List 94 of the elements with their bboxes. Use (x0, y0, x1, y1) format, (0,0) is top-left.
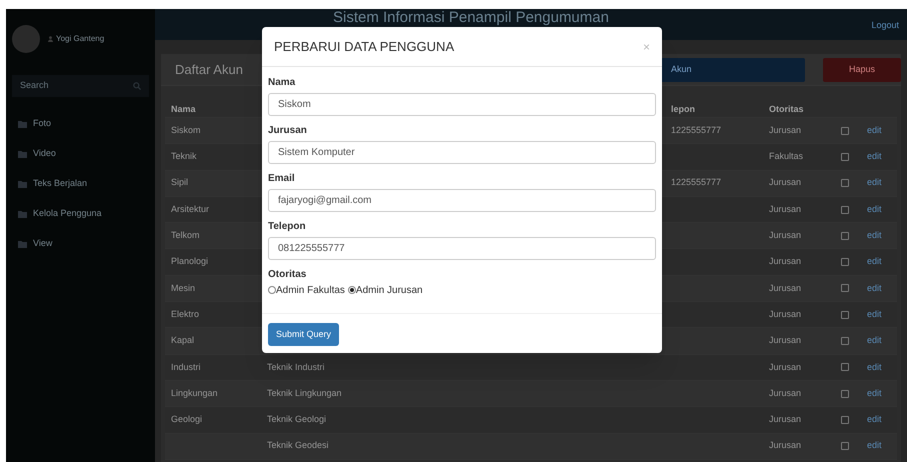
folder-icon (18, 150, 27, 158)
table-cell-text: Siskom (171, 124, 201, 137)
table-cell-text: Jurusan (769, 308, 802, 321)
table-cell-text: Jurusan (769, 229, 802, 242)
field-label: Otoritas (268, 268, 308, 282)
radio-label: Admin Jurusan (356, 284, 423, 298)
table-cell-text: Jurusan (769, 176, 802, 190)
folder-icon (18, 210, 27, 218)
field-label: Telepon (268, 220, 307, 234)
row-checkbox[interactable] (841, 126, 849, 135)
table-cell-text: Teknik Industri (267, 360, 325, 374)
folder-icon (18, 180, 27, 188)
delete-button[interactable]: Hapus (823, 58, 901, 82)
table-cell-text: 1225555777 (671, 176, 722, 190)
row-checkbox[interactable] (841, 206, 849, 214)
row-checkbox[interactable] (841, 390, 849, 398)
edit-link[interactable]: edit (867, 255, 882, 269)
table-cell-text: Sipil (171, 176, 188, 190)
row-checkbox[interactable] (841, 416, 849, 424)
row-checkbox[interactable] (841, 152, 849, 161)
edit-link[interactable]: edit (867, 176, 882, 190)
field-label: Nama (268, 76, 296, 90)
table-cell-text: Mesin (171, 282, 196, 295)
column-header: Nama (171, 104, 196, 114)
submit-button[interactable]: Submit Query (268, 323, 340, 346)
radio-label: Admin Fakultas (276, 284, 345, 298)
sidebar-item[interactable]: Video (6, 139, 155, 169)
table-cell-text: Lingkungan (171, 386, 218, 400)
table-cell-text: Teknik Geodesi (267, 439, 329, 452)
table-cell-text: Teknik (171, 150, 197, 164)
table-cell-text: Jurusan (769, 439, 802, 452)
edit-link[interactable]: edit (867, 308, 882, 322)
sidebar-item[interactable]: Kelola Pengguna (6, 199, 155, 229)
avatar-placeholder (12, 25, 40, 53)
table-cell-text: Arsitektur (171, 202, 210, 216)
table-cell-text: Jurusan (769, 386, 802, 400)
column-header: Otoritas (769, 104, 804, 114)
panel-title: Daftar Akun (175, 60, 244, 79)
input-field[interactable]: Siskom (268, 93, 656, 116)
row-checkbox[interactable] (841, 337, 849, 346)
table-cell-text: Telkom (171, 229, 200, 242)
folder-icon (18, 240, 27, 248)
table-cell-text: Jurusan (769, 413, 802, 426)
column-header: lepon (671, 104, 695, 114)
modal-title: PERBARUI DATA PENGGUNA (274, 38, 454, 56)
input-field[interactable]: fajaryogi@gmail.com (268, 189, 656, 212)
edit-link[interactable]: edit (867, 150, 882, 164)
table-cell-text: Industri (171, 360, 201, 374)
table-cell-text: Planologi (171, 255, 208, 268)
table-cell-text: 1225555777 (671, 124, 722, 137)
table-cell-text: Jurusan (769, 334, 802, 348)
search-icon (133, 82, 141, 90)
radio-button[interactable] (268, 286, 276, 294)
edit-link[interactable]: edit (867, 124, 882, 138)
user-name: Yogi Ganteng (56, 33, 104, 45)
table-cell-text: Jurusan (769, 202, 802, 216)
field-label: Email (268, 172, 296, 186)
input-field[interactable]: 081225555777 (268, 237, 656, 260)
folder-icon (18, 120, 27, 128)
row-checkbox[interactable] (841, 284, 849, 292)
row-checkbox[interactable] (841, 310, 849, 319)
table-cell-text: Teknik Lingkungan (267, 386, 342, 400)
table-cell-text: Teknik Geologi (267, 413, 326, 426)
edit-link[interactable]: edit (867, 386, 882, 400)
edit-link[interactable]: edit (867, 334, 882, 348)
row-checkbox[interactable] (841, 232, 849, 240)
sidebar-item[interactable]: View (6, 229, 155, 259)
edit-link[interactable]: edit (867, 439, 882, 453)
input-field[interactable]: Sistem Komputer (268, 141, 656, 164)
row-checkbox[interactable] (841, 258, 849, 266)
search-field[interactable]: Search (12, 75, 149, 97)
table-cell-text: Jurusan (769, 360, 802, 374)
edit-link[interactable]: edit (867, 229, 882, 243)
logout-link[interactable]: Logout (871, 19, 899, 32)
field-label: Jurusan (268, 124, 308, 138)
table-cell-text: Kapal (171, 334, 194, 348)
edit-link[interactable]: edit (867, 282, 882, 296)
row-checkbox[interactable] (841, 179, 849, 188)
user-icon (48, 36, 53, 42)
sidebar-item[interactable]: Teks Berjalan (6, 169, 155, 199)
edit-link[interactable]: edit (867, 202, 882, 216)
edit-link[interactable]: edit (867, 413, 882, 427)
radio-button[interactable] (348, 286, 356, 294)
table-cell-text: Jurusan (769, 282, 802, 295)
sidebar-item[interactable]: Foto (6, 109, 155, 139)
table-cell-text: Geologi (171, 413, 202, 426)
table-cell-text: Jurusan (769, 255, 802, 268)
edit-link[interactable]: edit (867, 360, 882, 374)
table-cell-text: Elektro (171, 308, 200, 321)
table-cell-text: Jurusan (769, 124, 802, 137)
table-cell-text: Fakultas (769, 150, 804, 164)
app-title: Sistem Informasi Penampil Pengumuman (333, 10, 609, 26)
row-checkbox[interactable] (841, 363, 849, 372)
row-checkbox[interactable] (841, 442, 849, 450)
